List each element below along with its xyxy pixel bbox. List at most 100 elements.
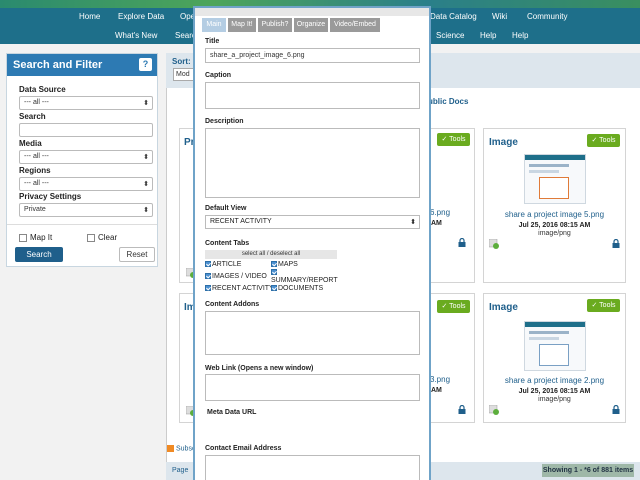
data-source-value: --- all --- — [24, 99, 49, 106]
nav-science[interactable]: Science — [436, 31, 464, 40]
chevron-updown-icon: ⬍ — [143, 154, 149, 161]
chevron-updown-icon: ⬍ — [143, 100, 149, 107]
search-button[interactable]: Search — [15, 247, 63, 262]
tools-button[interactable]: ✓ Tools — [587, 134, 620, 147]
content-tab-label: ARTICLE — [212, 261, 242, 268]
tools-label: Tools — [449, 136, 466, 143]
checkbox-checked-icon — [205, 285, 211, 292]
chevron-updown-icon: ⬍ — [143, 207, 149, 214]
select-all-toggle[interactable]: select all / deselect all — [205, 250, 337, 259]
media-label: Media — [19, 139, 42, 148]
image-thumbnail[interactable] — [524, 321, 586, 371]
sidebar-title: Search and Filter — [13, 59, 103, 71]
contact-email-textarea[interactable] — [205, 455, 420, 480]
tab-organize[interactable]: Organize — [294, 18, 328, 32]
tab-publish[interactable]: Publish? — [258, 18, 292, 32]
media-select[interactable]: --- all --- ⬍ — [19, 150, 153, 164]
content-tab-maps[interactable]: MAPS — [271, 261, 298, 268]
clear-label: Clear — [98, 233, 118, 242]
caption-textarea[interactable] — [205, 82, 420, 109]
default-view-select[interactable]: RECENT ACTIVITY ⬍ — [205, 215, 420, 229]
nav-whats-new[interactable]: What's New — [115, 31, 157, 40]
page-label: Page — [172, 467, 189, 474]
title-input[interactable]: share_a_project_image_6.png — [205, 48, 420, 63]
checkbox-checked-icon — [271, 285, 277, 292]
showing-count: Showing 1 - *6 of 881 items — [542, 464, 634, 477]
privacy-value: Private — [24, 206, 46, 213]
card-type: image/png — [538, 230, 571, 237]
image-thumbnail[interactable] — [524, 154, 586, 204]
card-name-partial[interactable]: 6.png — [430, 208, 450, 217]
tools-button[interactable]: ✓ Tools — [437, 133, 470, 146]
default-view-value: RECENT ACTIVITY — [210, 218, 272, 225]
result-card[interactable]: Image ✓ Tools share a project image 5.pn… — [483, 128, 626, 283]
nav-help-2[interactable]: Help — [512, 31, 528, 40]
data-source-select[interactable]: --- all --- ⬍ — [19, 96, 153, 110]
nav-explore-data[interactable]: Explore Data — [118, 12, 164, 21]
sort-label: Sort: — [172, 57, 191, 66]
map-it-checkbox[interactable] — [19, 234, 27, 242]
data-source-label: Data Source — [19, 85, 66, 94]
card-title: Image — [489, 137, 518, 148]
result-card[interactable]: Image ✓ Tools share a project image 2.pn… — [483, 293, 626, 423]
modal-header — [195, 8, 429, 16]
tab-video-embed[interactable]: Video/Embed — [330, 18, 380, 32]
nav-community[interactable]: Community — [527, 12, 567, 21]
add-to-map-icon[interactable] — [489, 405, 499, 415]
privacy-select[interactable]: Private ⬍ — [19, 203, 153, 217]
card-date-partial: AM — [431, 387, 442, 394]
lock-icon — [612, 405, 620, 414]
add-to-map-icon[interactable] — [489, 239, 499, 249]
card-name-partial[interactable]: 3.png — [430, 375, 450, 384]
card-file-name[interactable]: share a project image 5.png — [484, 210, 625, 219]
content-tab-summary-report: SUMMARY/REPORT — [271, 277, 338, 284]
nav-home[interactable]: Home — [79, 12, 100, 21]
clear-checkbox[interactable] — [87, 234, 95, 242]
nav-help[interactable]: Help — [480, 31, 496, 40]
nav-data-catalog[interactable]: Data Catalog — [430, 12, 477, 21]
content-tab-summary-check[interactable] — [271, 269, 278, 276]
content-tab-images-video[interactable]: IMAGES / VIDEO — [205, 273, 267, 280]
content-tabs-label: Content Tabs — [205, 240, 250, 247]
content-addons-label: Content Addons — [205, 301, 260, 308]
nav-wiki[interactable]: Wiki — [492, 12, 507, 21]
content-addons-textarea[interactable] — [205, 311, 420, 355]
checkbox-checked-icon — [205, 273, 211, 280]
card-type: image/png — [538, 396, 571, 403]
search-input[interactable] — [19, 123, 153, 137]
default-view-label: Default View — [205, 205, 247, 212]
divider — [7, 224, 157, 225]
content-tab-label: MAPS — [278, 261, 298, 268]
checkbox-checked-icon — [205, 261, 211, 268]
contact-email-label: Contact Email Address — [205, 445, 282, 452]
subscribe-link[interactable]: Subsc — [167, 445, 195, 452]
tools-button[interactable]: ✓ Tools — [587, 299, 620, 312]
tab-main[interactable]: Main — [202, 18, 226, 32]
content-tab-label: IMAGES / VIDEO — [212, 273, 267, 280]
regions-label: Regions — [19, 166, 51, 175]
reset-button[interactable]: Reset — [119, 247, 155, 262]
edit-document-modal: Main Map It! Publish? Organize Video/Emb… — [193, 6, 431, 480]
description-textarea[interactable] — [205, 128, 420, 198]
web-link-textarea[interactable] — [205, 374, 420, 401]
media-value: --- all --- — [24, 153, 49, 160]
tools-button[interactable]: ✓ Tools — [437, 300, 470, 313]
card-file-name[interactable]: share a project image 2.png — [484, 376, 625, 385]
regions-select[interactable]: --- all --- ⬍ — [19, 177, 153, 191]
content-tab-article[interactable]: ARTICLE — [205, 261, 241, 268]
web-link-label: Web Link (Opens a new window) — [205, 365, 314, 372]
tab-map-it[interactable]: Map It! — [228, 18, 256, 32]
caption-label: Caption — [205, 72, 232, 79]
checkbox-checked-icon — [271, 269, 277, 276]
search-label: Search — [19, 112, 46, 121]
lock-icon — [458, 405, 466, 414]
content-tab-documents[interactable]: DOCUMENTS — [271, 285, 323, 292]
map-it-label: Map It — [30, 233, 53, 242]
lock-icon — [612, 239, 620, 248]
help-button[interactable]: ? — [139, 58, 152, 71]
tools-label: Tools — [599, 302, 616, 309]
content-tab-recent-activity[interactable]: RECENT ACTIVITY — [205, 285, 274, 292]
public-docs-tab[interactable]: ublic Docs — [428, 97, 468, 106]
tools-label: Tools — [449, 303, 466, 310]
chevron-updown-icon: ⬍ — [410, 219, 416, 226]
